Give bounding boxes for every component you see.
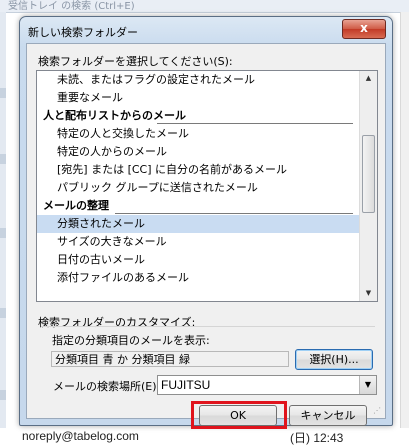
scroll-down-icon[interactable]: ▼ <box>362 287 375 300</box>
customize-title: 検索フォルダーのカスタマイズ: <box>38 316 196 329</box>
group-header-rule <box>157 123 353 124</box>
background-search-box: 受信トレイ の検索 (Ctrl+E) <box>8 1 135 12</box>
background-toolbar: 受信トレイ の検索 (Ctrl+E) <box>0 0 409 13</box>
list-scrollbar[interactable]: ▲ ▼ <box>359 71 377 301</box>
chevron-down-icon[interactable]: ▼ <box>359 376 376 394</box>
search-location-dropdown[interactable]: FUJITSU ▼ <box>157 375 377 395</box>
resize-grip-icon[interactable]: ⋰ <box>373 406 383 416</box>
list-item[interactable]: サイズの大きなメール <box>37 233 359 251</box>
criteria-label: 指定の分類項目のメールを表示: <box>52 334 210 347</box>
dialog-titlebar[interactable]: 新しい検索フォルダー x <box>20 17 392 43</box>
list-item[interactable]: 特定の人からのメール <box>37 143 359 161</box>
list-item-label: サイズの大きなメール <box>57 235 167 248</box>
background-mail-row[interactable]: noreply@tabelog.com (日) 12:43 <box>0 428 409 445</box>
mail-icon <box>0 88 6 98</box>
list-item-label: パブリック グループに送信されたメール <box>57 181 258 194</box>
dialog-title: 新しい検索フォルダー <box>28 26 138 39</box>
search-location-label: メールの検索場所(E): <box>53 380 161 393</box>
mail-icon <box>0 308 6 318</box>
list-item[interactable]: 日付の古いメール <box>37 251 359 269</box>
mail-date: (日) 12:43 <box>290 431 344 445</box>
dialog-body: 検索フォルダーを選択してください(S): 未読、またはフラグの設定されたメール重… <box>26 43 386 429</box>
mail-icon <box>0 154 6 164</box>
scroll-thumb[interactable] <box>362 135 375 213</box>
list-item-label: 未読、またはフラグの設定されたメール <box>57 73 255 86</box>
list-item-label: 特定の人と交換したメール <box>57 127 189 140</box>
list-item[interactable]: 特定の人と交換したメール <box>37 125 359 143</box>
list-item-label: メールの整理 <box>43 199 109 212</box>
ok-highlight-frame <box>191 401 287 429</box>
list-item-label: [宛先] または [CC] に自分の名前があるメール <box>57 163 288 176</box>
list-item-label: 日付の古いメール <box>57 253 145 266</box>
list-group-header: メールの整理 <box>37 197 359 215</box>
criteria-field: 分類項目 青 か 分類項目 緑 <box>51 351 289 367</box>
cancel-button[interactable]: キャンセル <box>289 405 367 426</box>
list-item[interactable]: [宛先] または [CC] に自分の名前があるメール <box>37 161 359 179</box>
mail-icon <box>0 228 6 238</box>
background-left-strip <box>0 12 6 444</box>
mail-sender: noreply@tabelog.com <box>22 429 139 443</box>
mail-icon <box>0 390 6 400</box>
list-item[interactable]: 分類されたメール <box>37 215 359 233</box>
list-item[interactable]: 添付ファイルのあるメール <box>37 269 359 287</box>
customize-divider <box>41 326 375 327</box>
list-item[interactable]: パブリック グループに送信されたメール <box>37 179 359 197</box>
background-scrollbar[interactable] <box>400 12 409 444</box>
close-icon: x <box>360 21 368 35</box>
list-item[interactable]: 重要なメール <box>37 89 359 107</box>
list-group-header: 人と配布リストからのメール <box>37 107 359 125</box>
search-folder-list[interactable]: 未読、またはフラグの設定されたメール 重要なメール 人と配布リストからのメール 特定の… <box>36 70 378 302</box>
select-categories-button[interactable]: 選択(H)... <box>295 349 373 370</box>
list-item[interactable]: 未読、またはフラグの設定されたメール <box>37 71 359 89</box>
new-search-folder-dialog: 新しい検索フォルダー x 検索フォルダーを選択してください(S): 未読、または… <box>19 16 393 429</box>
group-header-rule <box>115 213 353 214</box>
list-item-label: 特定の人からのメール <box>57 145 167 158</box>
list-item-label: 添付ファイルのあるメール <box>57 271 189 284</box>
scroll-up-icon[interactable]: ▲ <box>362 72 375 85</box>
list-item-label: 分類されたメール <box>57 217 145 230</box>
list-item-label: 人と配布リストからのメール <box>43 109 186 122</box>
close-button[interactable]: x <box>342 19 386 39</box>
list-item-label: 重要なメール <box>57 91 123 104</box>
select-folder-label: 検索フォルダーを選択してください(S): <box>38 55 233 68</box>
search-location-value: FUJITSU <box>161 378 211 392</box>
